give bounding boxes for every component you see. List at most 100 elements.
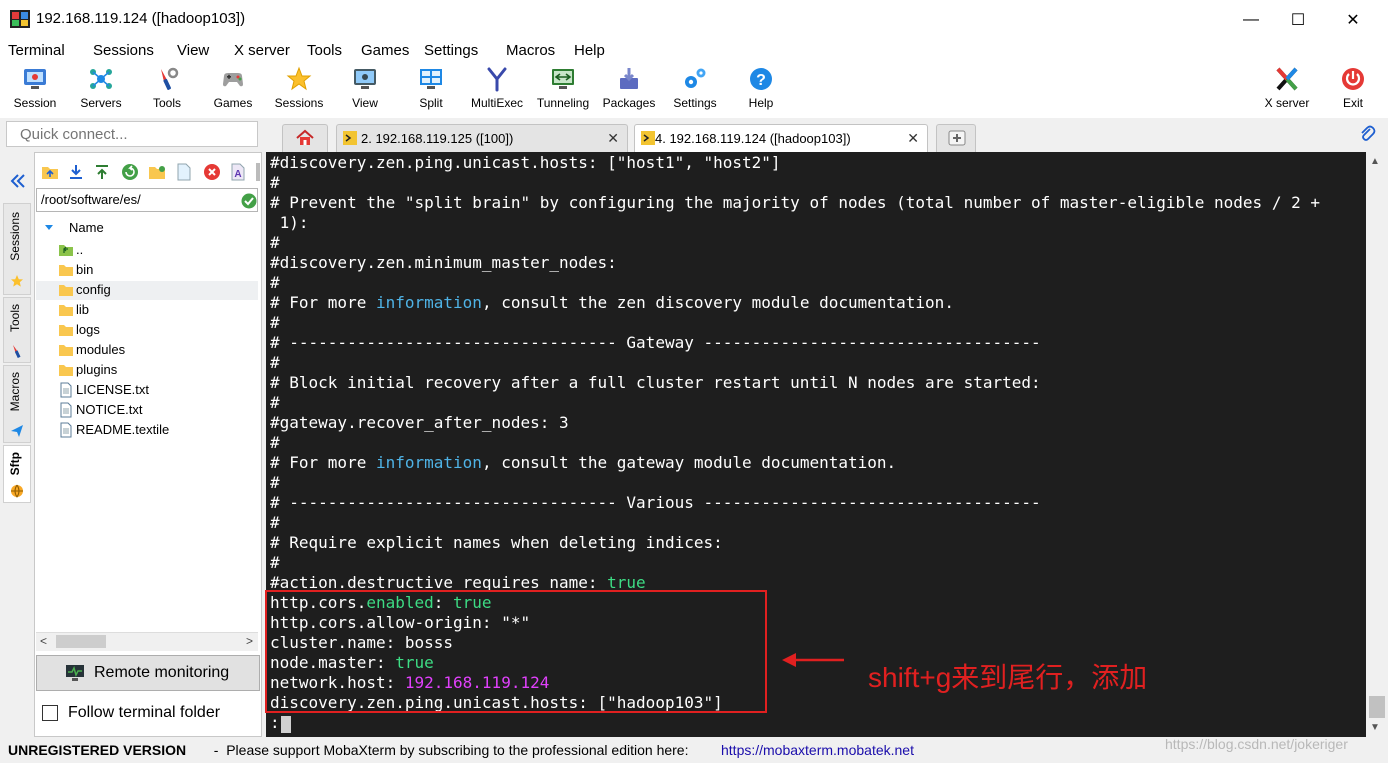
quick-connect-input[interactable] [6,121,258,147]
toolbar-tunneling-button[interactable]: Tunneling [531,64,595,116]
column-header-name[interactable]: Name [69,220,104,235]
home-tab[interactable] [282,124,328,152]
session-icon [24,69,46,89]
folder-icon [59,305,73,316]
sort-expand-icon[interactable] [44,224,54,232]
terminal-line: #discovery.zen.minimum_master_nodes: [270,253,617,272]
remote-monitoring-button[interactable]: Remote monitoring [36,655,260,691]
help-icon: ? [750,68,772,90]
sftp-path-input[interactable]: /root/software/es/ [36,188,258,212]
toolbar-games-button[interactable]: Games [201,64,265,116]
toolbar-settings-button[interactable]: Settings [663,64,727,116]
sftp-globe-icon [11,484,23,498]
terminal-line: # For more information, consult the zen … [270,293,954,312]
folder-icon [59,265,73,276]
attachment-icon[interactable] [1358,125,1376,143]
terminal-line: # [270,553,280,572]
upload-icon[interactable] [93,164,111,180]
toolbar-exit-button[interactable]: Exit [1321,64,1385,116]
terminal-vertical-scrollbar[interactable] [1366,152,1388,737]
menu-sessions[interactable]: Sessions [93,42,154,59]
upload-folder-icon[interactable] [41,164,59,180]
toolbar-view-button[interactable]: View [333,64,397,116]
sftp-file-name: .. [76,242,84,257]
minimize-button[interactable]: — [1228,0,1274,40]
follow-terminal-checkbox[interactable] [42,705,58,721]
status-message: - Please support MobaXterm by subscribin… [206,742,689,758]
maximize-button[interactable]: ☐ [1275,0,1321,40]
toolbar-split-button[interactable]: Split [399,64,463,116]
terminal-line: # [270,513,280,532]
side-tab-tools[interactable]: Tools [3,297,31,363]
terminal-line: # [270,273,280,292]
annotation-arrow-icon [782,653,844,667]
toolbar-x-server-button[interactable]: X server [1255,64,1319,116]
sftp-scroll-thumb[interactable] [56,635,106,648]
terminal-text-segment: # Block initial recovery after a full cl… [270,373,1041,392]
terminal-line: #discovery.zen.ping.unicast.hosts: ["hos… [270,153,781,172]
star-icon [11,275,23,287]
close-tab-icon[interactable]: ✕ [907,130,919,147]
refresh-icon[interactable] [121,163,139,181]
side-tab-sessions[interactable]: Sessions [3,203,31,295]
close-window-button[interactable]: ✕ [1330,0,1376,40]
toolbar-packages-button[interactable]: Packages [597,64,661,116]
scroll-down-icon[interactable]: ▼ [1370,722,1380,733]
annotation-text: shift+g来到尾行，添加 [868,662,1148,693]
path-ok-icon[interactable] [241,193,257,209]
menu-macros[interactable]: Macros [506,42,555,59]
collapse-panel-icon[interactable] [9,172,27,190]
tab-session-2[interactable]: 2. 192.168.119.125 ([100]) ✕ [336,124,628,152]
file-icon [60,382,72,398]
menu-help[interactable]: Help [574,42,605,59]
terminal-line: # Block initial recovery after a full cl… [270,373,1041,392]
menu-terminal[interactable]: Terminal [8,42,65,59]
toolbar-multiexec-button[interactable]: MultiExec [465,64,529,116]
terminal-line: # [270,173,280,192]
close-tab-icon[interactable]: ✕ [607,130,619,147]
terminal-line: # ---------------------------------- Gat… [270,333,1041,352]
terminal-tab-icon [343,131,357,145]
home-icon [296,129,314,145]
scroll-up-icon[interactable]: ▲ [1370,156,1380,167]
terminal-text-segment: # [270,313,280,332]
toolbar-tools-button[interactable]: Tools [135,64,199,116]
toolbar-session-button[interactable]: Session [3,64,67,116]
download-icon[interactable] [67,164,85,180]
menu-x-server[interactable]: X server [234,42,290,59]
tab-session-4[interactable]: 4. 192.168.119.124 ([hadoop103]) ✕ [634,124,928,152]
terminal-text-segment: # [270,173,280,192]
delete-icon[interactable] [203,163,221,181]
terminal-line: # Require explicit names when deleting i… [270,533,723,552]
scroll-right-icon[interactable]: > [246,634,253,648]
mobaxterm-logo-icon [10,10,30,28]
toolbar-sessions-button[interactable]: Sessions [267,64,331,116]
packages-icon [620,68,638,89]
side-tab-sftp[interactable]: Sftp [3,445,31,503]
view-icon [354,69,376,89]
mobaxterm-link[interactable]: https://mobaxterm.mobatek.net [721,742,914,758]
new-folder-icon[interactable] [148,164,166,180]
new-tab-button[interactable] [936,124,976,152]
sftp-file-name: modules [76,342,126,357]
terminal-scroll-thumb[interactable] [1369,696,1385,718]
folder-icon [59,325,73,336]
menu-settings[interactable]: Settings [424,42,478,59]
side-tab-macros[interactable]: Macros [3,365,31,443]
menu-view[interactable]: View [177,42,209,59]
toolbar-help-button[interactable]: ? Help [729,64,793,116]
rename-icon[interactable]: A [230,163,246,181]
new-file-icon[interactable] [176,163,192,181]
tunneling-icon [552,69,574,89]
toolbar-servers-button[interactable]: Servers [69,64,133,116]
menu-games[interactable]: Games [361,42,409,59]
menu-tools[interactable]: Tools [307,42,342,59]
terminal-text-segment: # [270,393,280,412]
terminal-text-segment: # [270,513,280,532]
sftp-file-name: lib [76,302,90,317]
scroll-left-icon[interactable]: < [40,634,47,648]
terminal-text-segment: # For more [270,453,376,472]
tools-icon [161,67,179,90]
plus-icon [948,130,966,146]
sftp-file-name: config [76,282,111,297]
